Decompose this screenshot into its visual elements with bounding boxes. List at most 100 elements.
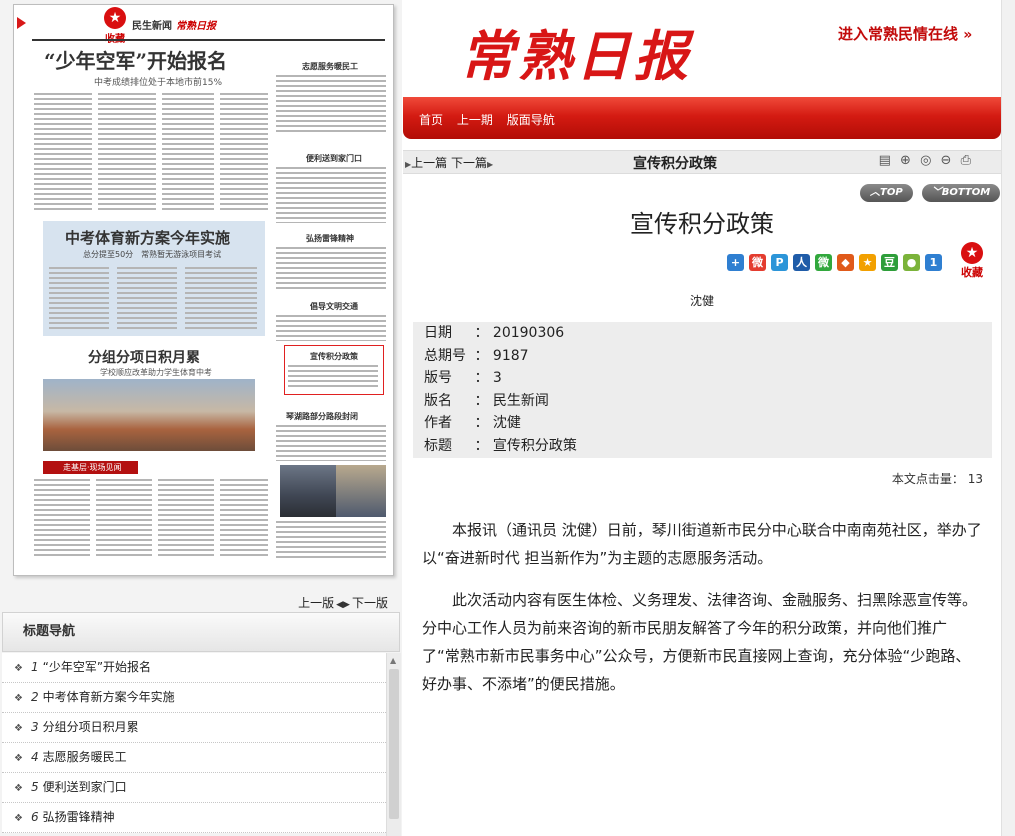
share-icon-6[interactable]: ◆ [837,254,854,271]
title-nav-text: 便利送到家门口 [42,780,127,794]
title-nav-item[interactable]: ❖ 5 便利送到家门口 [2,773,386,803]
zoom-out-icon[interactable]: ⊖ [941,153,952,168]
title-nav-item[interactable]: ❖ 2 中考体育新方案今年实施 [2,683,386,713]
site-logo[interactable]: 常熟日报 [460,12,692,91]
bullet-icon: ❖ [14,723,23,734]
masthead-section: 民生新闻 [132,21,172,32]
add-share-icon[interactable]: + [727,254,744,271]
paper-text-block [185,267,257,331]
meta-row-date: 日期 ： 20190306 [413,322,992,345]
paper-text-block [220,93,268,213]
wechat-icon[interactable]: 微 [815,254,832,271]
meta-key: 版名 [424,392,452,409]
paper-side-title-3[interactable]: 弘扬雷锋精神 [306,233,354,244]
article-meta: 日期 ： 20190306 总期号 ： 9187 版号 ： 3 版名 ： 民生新… [413,322,992,458]
notes-icon[interactable]: ▤ [879,153,891,168]
paper-text-block [96,479,152,559]
meta-key: 版号 [424,370,452,386]
bullet-icon: ❖ [14,813,23,824]
nav-home[interactable]: 首页 [419,113,443,127]
meta-row-issue: 总期号 ： 9187 [413,345,992,368]
prev-page-link[interactable]: 上一版 [298,596,334,610]
paper-side-title-6[interactable]: 琴湖路部分路段封闭 [286,411,358,422]
paper-text-block [276,521,386,561]
title-nav-text: 分组分项日积月累 [42,720,139,734]
share-icon-7[interactable]: ★ [859,254,876,271]
title-nav-scrollbar[interactable]: ▲ [386,653,401,836]
paper-text-block [34,93,92,213]
meta-row-page-no: 版号 ： 3 [413,367,992,390]
paper-side-title-5[interactable]: 宣传积分政策 [310,351,358,362]
paper-text-block [49,267,109,331]
newspaper-page-image[interactable]: ★ 收藏 民生新闻 常熟日报 “少年空军”开始报名 中考成绩排位处于本地市前15%… [13,4,394,576]
chevron-up-icon: ︿ [870,187,880,198]
scroll-up-icon[interactable]: ▲ [390,656,396,665]
scroll-top-button[interactable]: ︿TOP [860,184,913,202]
nav-page-index[interactable]: 版面导航 [507,113,555,127]
nav-prev-issue[interactable]: 上一期 [457,113,493,127]
paper-text-block [158,479,214,559]
scrollbar-thumb[interactable] [389,669,399,819]
renren-icon[interactable]: 人 [793,254,810,271]
meta-key: 日期 [424,325,452,341]
article-toolbar: ▶上一篇 下一篇▶ 宣传积分政策 ▤ ⊕ ◎ ⊖ ⎙ [403,150,1001,174]
paper-headline-3-sub: 学校顺应改革助力学生体育中考 [100,368,212,377]
paper-text-block [276,425,386,461]
next-article-link[interactable]: 下一篇 [451,156,487,170]
corner-arrow-icon [17,17,26,29]
title-nav-header: 标题导航 [2,612,400,652]
masthead-logo: 常熟日报 [176,21,216,32]
meta-key: 作者 [424,415,452,431]
prev-article-link[interactable]: 上一篇 [411,156,447,170]
paper-text-block [276,315,386,341]
paper-side-title-1[interactable]: 志愿服务暖民工 [302,61,358,72]
paper-side-title-2[interactable]: 便利送到家门口 [306,153,362,164]
paper-text-block [276,167,386,223]
paper-text-block [276,247,386,289]
title-nav-num: 2 [30,690,39,704]
paper-article-2-box[interactable]: 中考体育新方案今年实施 总分提至50分 常熟暂无游泳项目考试 [43,221,265,336]
title-nav-item[interactable]: ❖ 1 “少年空军”开始报名 [2,653,386,683]
share-icon-9[interactable]: ● [903,254,920,271]
next-page-link[interactable]: 下一版 [352,596,388,610]
main-nav-bar: 首页 上一期 版面导航 [403,97,1001,139]
newspaper-masthead: 民生新闻 常熟日报 [132,17,216,32]
article-title: 宣传积分政策 [630,210,774,238]
title-nav-num: 1 [30,660,39,674]
page-scrollbar[interactable] [1001,0,1015,836]
print-icon[interactable]: ⎙ [961,153,971,168]
paper-headline-3[interactable]: 分组分项日积月累 [88,347,200,367]
scroll-bottom-button[interactable]: ﹀BOTTOM [921,184,1001,202]
share-icons: + 微 P 人微 ◆ ★ 豆 ● 1 [727,251,947,271]
paper-headline-1[interactable]: “少年空军”开始报名 [44,45,227,74]
title-nav-item[interactable]: ❖ 4 志愿服务暖民工 [2,743,386,773]
bullet-icon: ❖ [14,753,23,764]
scroll-bottom-label: BOTTOM [941,187,991,198]
title-nav-item[interactable]: ❖ 3 分组分项日积月累 [2,713,386,743]
paper-favorite-label: 收藏 [105,34,125,45]
page-arrows-icon: ◀▶ [336,600,350,610]
zoom-in-icon[interactable]: ⊕ [900,153,911,168]
meta-value: 宣传积分政策 [492,437,577,454]
weibo-icon[interactable]: 微 [749,254,766,271]
paper-side-title-4[interactable]: 倡导文明交通 [310,301,358,312]
title-nav-text: 中考体育新方案今年实施 [42,690,175,704]
meta-key: 总期号 [424,347,466,364]
meta-row-page-name: 版名 ： 民生新闻 [413,390,992,413]
qzone-icon[interactable]: P [771,254,788,271]
title-nav-num: 4 [30,750,39,764]
meta-key: 标题 [424,437,452,454]
share-icon-10[interactable]: 1 [925,254,942,271]
title-nav-text: 弘扬雷锋精神 [42,810,115,824]
article-prevnext: ▶上一篇 下一篇▶ [405,154,493,171]
zoom-reset-icon[interactable]: ◎ [920,153,931,168]
douban-icon[interactable]: 豆 [881,254,898,271]
article-favorite-button[interactable]: ★ 收藏 [958,242,986,280]
star-icon: ★ [961,242,983,264]
paper-text-block [117,267,177,331]
article-paragraph-2: 此次活动内容有医生体检、义务理发、法律咨询、金融服务、扫黑除恶宣传等。分中心工作… [422,591,978,693]
paper-headline-2-sub: 总分提至50分 常熟暂无游泳项目考试 [83,250,222,259]
title-nav-item[interactable]: ❖ 6 弘扬雷锋精神 [2,803,386,833]
paper-favorite-button[interactable]: ★ 收藏 [100,7,130,45]
minqing-online-link[interactable]: 进入常熟民情在线 » [832,20,979,48]
